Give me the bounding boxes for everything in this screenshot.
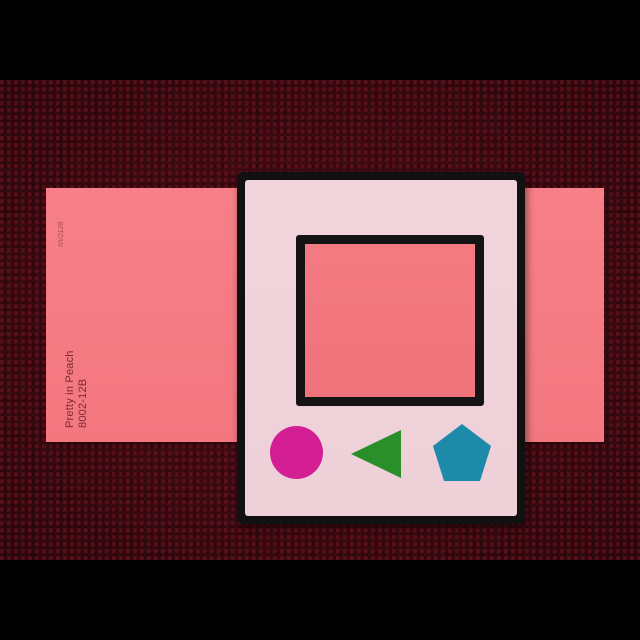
swatch-small-code: NV2128 — [58, 221, 65, 247]
swatch-color-name: Pretty in Peach — [64, 350, 76, 428]
handheld-console-cutout — [237, 172, 525, 524]
swatch-label: Pretty in Peach 8002-12B — [64, 350, 90, 428]
swatch-color-code: 8002-12B — [77, 378, 89, 428]
triangle-icon — [351, 430, 401, 478]
pentagon-icon — [433, 424, 491, 481]
console-body — [245, 180, 517, 516]
console-screen-window — [296, 235, 484, 406]
circle-icon — [270, 426, 323, 479]
